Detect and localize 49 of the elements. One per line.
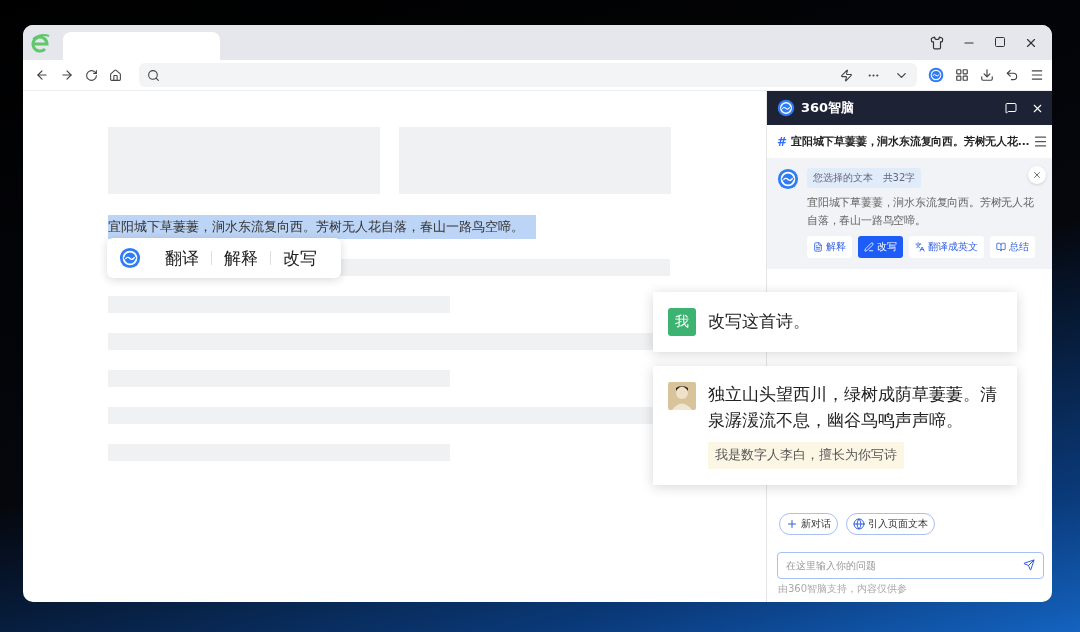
action-button[interactable]: 改写: [858, 236, 903, 258]
grid-icon[interactable]: [955, 68, 969, 82]
message-text: 改写这首诗。: [708, 311, 810, 333]
action-button[interactable]: 解释: [807, 236, 852, 258]
back-icon[interactable]: [35, 68, 49, 82]
feedback-icon[interactable]: [1005, 101, 1017, 114]
globe-icon: [853, 518, 865, 530]
search-icon[interactable]: [147, 68, 160, 82]
logo-icon: [777, 168, 799, 190]
conversation-title: 宜阳城下草萋萋，涧水东流复向西。芳树无人花...: [791, 134, 1030, 149]
download-icon[interactable]: [980, 68, 994, 82]
avatar-icon: [668, 382, 696, 410]
selection-label: 您选择的文本 共32字: [807, 168, 922, 188]
skin-icon[interactable]: [930, 35, 944, 50]
popup-action[interactable]: 解释: [212, 246, 270, 270]
logo-icon: [777, 99, 795, 117]
close-icon: [1032, 170, 1042, 180]
hash-mark: #: [777, 134, 788, 149]
translate-icon: [915, 242, 925, 252]
popup-action[interactable]: 翻译: [153, 246, 211, 270]
selected-text: 宜阳城下草萋萋，涧水东流复向西。芳树无人花自落，春山一路鸟空啼。: [108, 215, 536, 239]
footer-note: 由360智脑支持，内容仅供参: [777, 582, 909, 596]
action-button[interactable]: 总结: [990, 236, 1035, 258]
close-button[interactable]: [1028, 166, 1046, 184]
maximize-icon[interactable]: [994, 35, 1006, 48]
quick-action-button[interactable]: 引入页面文本: [846, 513, 935, 535]
user-avatar: 我: [668, 308, 696, 336]
book-icon: [996, 242, 1006, 252]
lightning-icon[interactable]: [840, 68, 853, 82]
brand-name: 360智脑: [801, 99, 855, 117]
selection-text: 宜阳城下草萋萋，涧水东流复向西。芳树无人花自落，春山一路鸟空啼。: [807, 195, 1035, 229]
menu-icon[interactable]: [1033, 134, 1049, 149]
logo-icon: [119, 247, 141, 269]
action-button[interactable]: 翻译成英文: [909, 236, 984, 258]
question-input[interactable]: 在这里输入你的问题: [777, 552, 1044, 579]
reload-icon[interactable]: [85, 68, 98, 82]
forward-icon[interactable]: [60, 68, 74, 82]
quick-action-button[interactable]: 新对话: [779, 513, 838, 535]
send-icon[interactable]: [1023, 559, 1035, 571]
bot-intro-note: 我是数字人李白，擅长为你写诗: [708, 442, 904, 469]
popup-action[interactable]: 改写: [271, 246, 329, 270]
message-text: 独立山头望西川，绿树成荫草萋萋。清泉潺湲流不息，幽谷鸟鸣声声啼。: [708, 384, 998, 432]
undo-icon[interactable]: [1005, 68, 1019, 82]
home-icon[interactable]: [109, 68, 122, 82]
logo-icon: [928, 67, 944, 83]
document-icon: [813, 242, 823, 252]
pen-icon: [864, 242, 874, 252]
plus-icon: [786, 518, 798, 530]
menu-icon[interactable]: [1030, 68, 1044, 82]
